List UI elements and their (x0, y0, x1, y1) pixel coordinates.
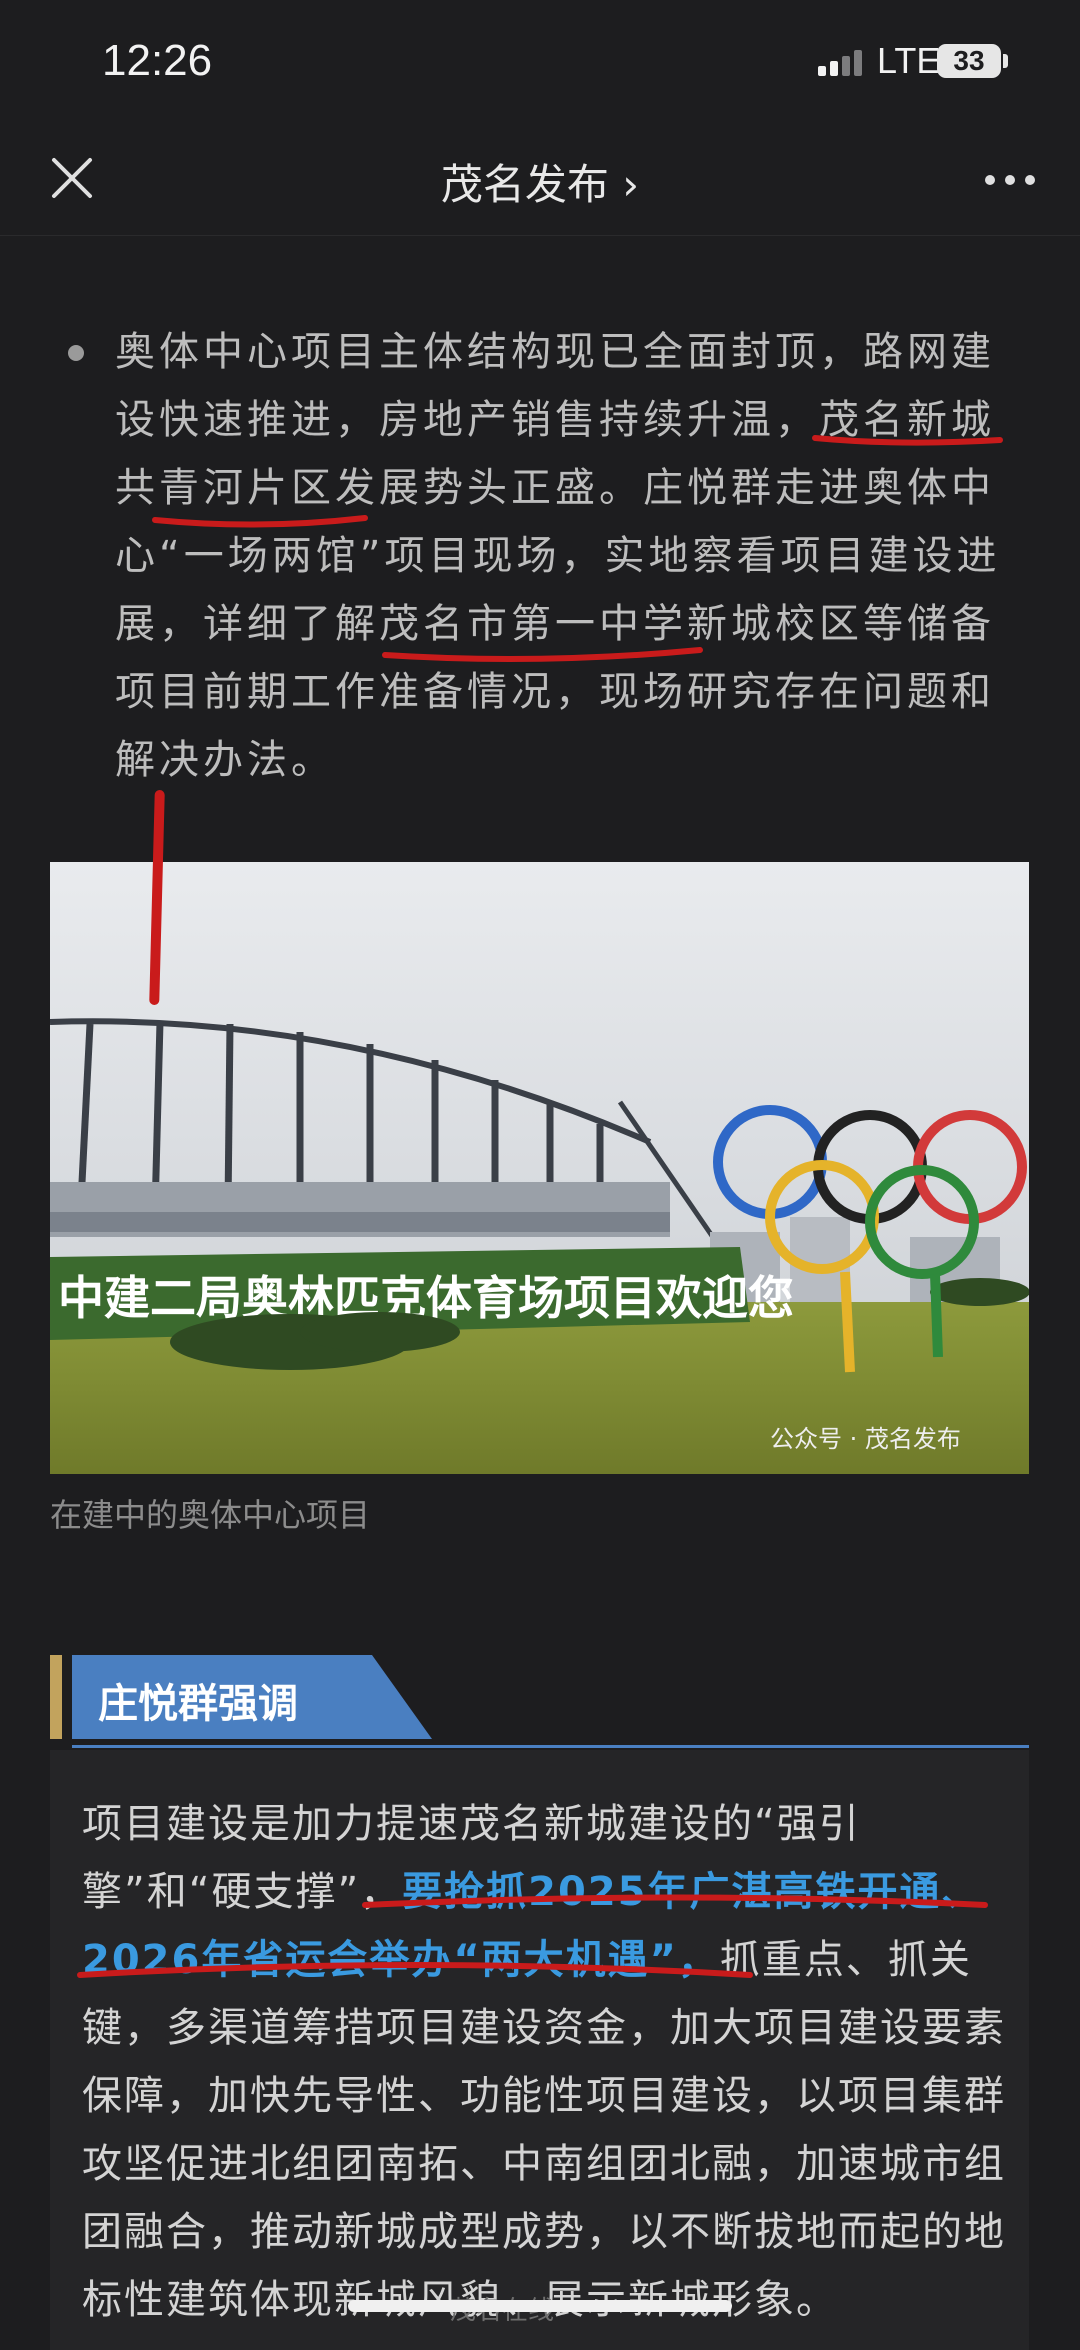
section-title: 庄悦群强调 (98, 1681, 298, 1727)
section-divider (72, 1745, 1029, 1748)
battery-tip (1003, 54, 1008, 68)
paragraph2-text-b: 抓重点、抓关键，多渠道筹措项目建设资金，加大项目建设要素保障，加快先导性、功能性… (82, 1937, 1006, 2323)
section-header: 庄悦群强调 (50, 1655, 1029, 1748)
battery-icon: 33 (937, 44, 1001, 78)
nav-bar: 茂名发布 › (0, 125, 1080, 236)
stadium-photo: 中建二局奥林匹克体育场项目欢迎您 公众号 · 茂名发布 (50, 862, 1029, 1474)
home-indicator[interactable] (348, 2300, 732, 2312)
article-photo[interactable]: 中建二局奥林匹克体育场项目欢迎您 公众号 · 茂名发布 (50, 862, 1029, 1474)
status-bar: 12:26 LTE 33 (0, 0, 1080, 125)
article-paragraph-1: 奥体中心项目主体结构现已全面封顶，路网建设快速推进，房地产销售持续升温，茂名新城… (115, 329, 1001, 783)
photo-caption: 在建中的奥体中心项目 (50, 1496, 371, 1534)
article-paragraph-2: 项目建设是加力提速茂名新城建设的“强引擎”和“硬支撑”，要抢抓2025年广湛高铁… (82, 1790, 1007, 2334)
network-type: LTE (877, 40, 941, 81)
section-accent-bar (50, 1655, 62, 1739)
clock: 12:26 (102, 36, 213, 85)
account-title-link[interactable]: 茂名发布 › (0, 151, 1080, 212)
more-button[interactable] (980, 165, 1040, 195)
bullet-dot (68, 345, 84, 361)
signal-icon (818, 50, 868, 76)
more-icon (985, 175, 1035, 185)
photo-watermark: 公众号 · 茂名发布 (770, 1425, 961, 1453)
